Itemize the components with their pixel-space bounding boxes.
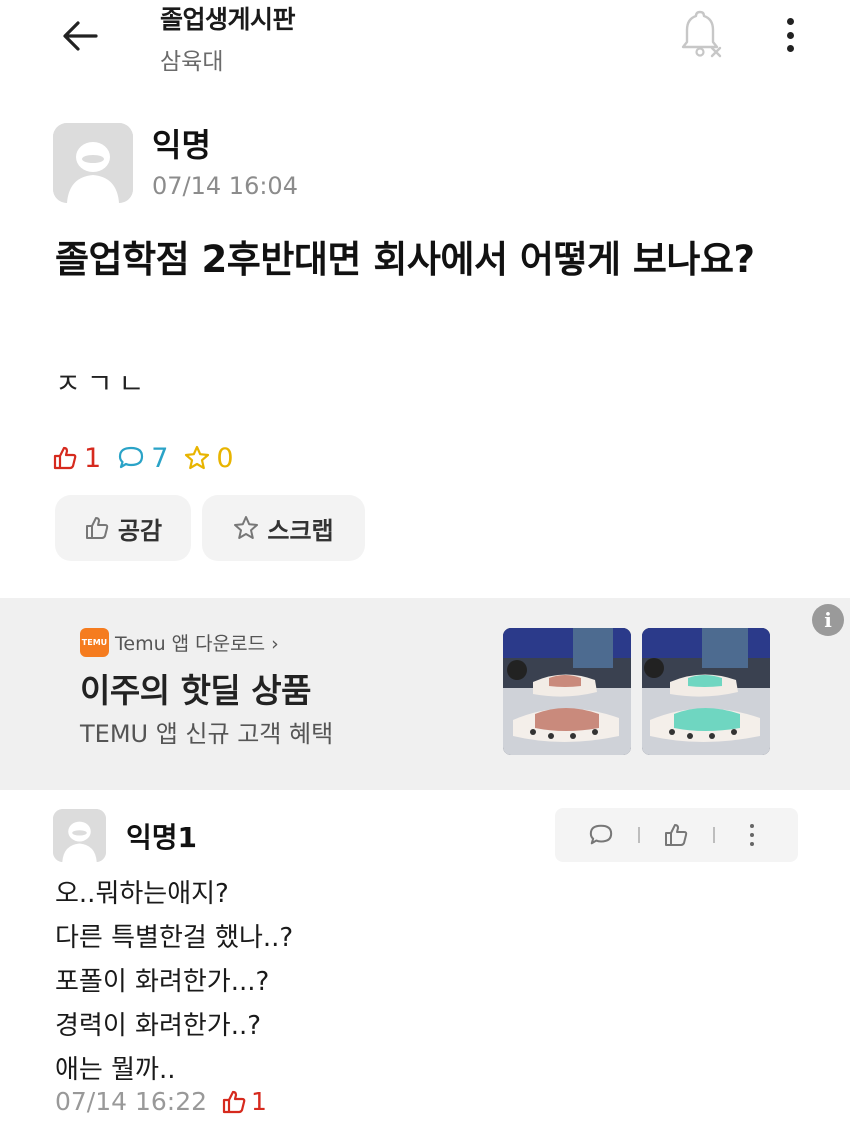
post-timestamp: 07/14 16:04 (152, 172, 298, 200)
comment-line: 다른 특별한걸 했나..? (55, 923, 294, 953)
comment-line: 오..뭐하는애지? (55, 879, 229, 909)
scrap-button[interactable]: 스크랩 (202, 495, 365, 561)
comment-body: 오..뭐하는애지? 다른 특별한걸 했나..? 포폴이 화려한가...? 경력이… (55, 872, 293, 1092)
comment-line: 경력이 화려한가..? (55, 1011, 262, 1041)
empathy-button-label: 공감 (117, 516, 163, 545)
comment-author-avatar (53, 809, 106, 862)
board-title: 졸업생게시판 (160, 5, 296, 34)
board-subtitle: 삼육대 (160, 49, 224, 75)
ad-banner[interactable]: TEMU Temu 앱 다운로드 › 이주의 핫딜 상품 TEMU 앱 신규 고… (0, 598, 850, 790)
comment-more-button[interactable] (732, 815, 772, 855)
post-body: ㅈㄱㄴ (55, 367, 151, 400)
top-bar: 졸업생게시판 삼육대 (0, 0, 850, 96)
ad-title: 이주의 핫딜 상품 (80, 671, 312, 710)
default-avatar-icon (53, 809, 106, 862)
comment-timestamp: 07/14 16:22 (55, 1087, 208, 1116)
back-button[interactable] (56, 14, 104, 58)
bell-off-icon (681, 10, 722, 58)
more-options-button[interactable] (770, 12, 810, 58)
like-count: 1 (52, 443, 101, 474)
notification-toggle-button[interactable] (678, 10, 726, 60)
post-title: 졸업학점 2후반대면 회사에서 어떻게 보나요? (55, 238, 755, 281)
comment-line: 애는 뭘까.. (55, 1055, 176, 1085)
divider (713, 827, 716, 843)
back-arrow-icon (63, 21, 98, 51)
ad-brand-label: Temu 앱 다운로드 › (115, 633, 279, 655)
thumbs-up-icon (665, 824, 688, 846)
ad-product-image[interactable] (642, 628, 770, 755)
post-author: 익명 (152, 126, 211, 164)
scrap-count: 0 (184, 442, 234, 474)
divider (637, 827, 640, 843)
reply-button[interactable] (581, 815, 621, 855)
thumbs-up-icon (222, 1090, 246, 1113)
ad-product-image[interactable] (503, 628, 631, 755)
more-vertical-icon (786, 18, 794, 25)
like-count-value: 1 (84, 442, 102, 474)
comment-meta: 07/14 16:22 1 (55, 1087, 267, 1116)
author-avatar (53, 123, 133, 203)
comment-count-value: 7 (151, 442, 169, 474)
scrap-count-value: 0 (216, 442, 234, 474)
scrap-button-label: 스크랩 (267, 516, 334, 545)
comment-like-count: 1 (221, 1087, 267, 1116)
comment-count: 7 (117, 443, 168, 474)
post-stats: 1 7 0 (52, 440, 250, 476)
default-avatar-icon (53, 123, 133, 203)
star-icon (234, 516, 259, 539)
info-icon[interactable]: i (812, 604, 844, 636)
ad-brand-link[interactable]: TEMU Temu 앱 다운로드 › (80, 628, 279, 657)
thumbs-up-icon (85, 517, 109, 539)
temu-logo: TEMU (80, 628, 109, 657)
more-vertical-icon (749, 824, 754, 846)
empathy-button[interactable]: 공감 (55, 495, 191, 561)
thumbs-up-icon (53, 446, 77, 470)
speech-bubble-icon (590, 824, 613, 845)
comment-like-button[interactable] (656, 815, 696, 855)
comment-line: 포폴이 화려한가...? (55, 967, 270, 997)
speech-bubble-icon (119, 446, 144, 469)
comment-like-count-value: 1 (251, 1087, 267, 1116)
ad-description: TEMU 앱 신규 고객 혜택 (80, 720, 334, 748)
comment-action-bar (555, 808, 798, 862)
comment-author: 익명1 (126, 821, 198, 854)
star-icon (185, 445, 210, 470)
